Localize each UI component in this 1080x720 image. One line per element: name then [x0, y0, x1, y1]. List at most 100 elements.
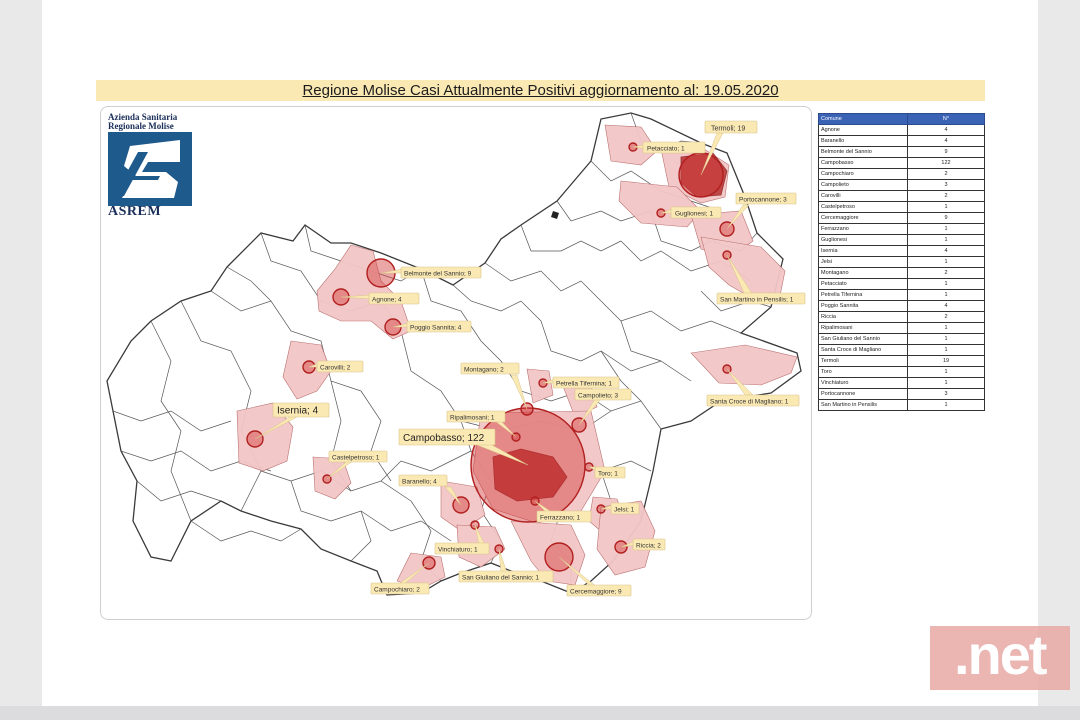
cell-count: 4	[907, 124, 985, 136]
cell-comune: Santa Croce di Magliano	[818, 344, 908, 356]
label-castelpetroso: Castelpetroso; 1	[332, 455, 380, 462]
cell-count: 1	[907, 399, 985, 411]
cell-count: 3	[907, 179, 985, 191]
logo-emblem	[108, 132, 192, 206]
cell-comune: Campobasso	[818, 157, 908, 169]
table-row: San Martino in Pensilis 1	[818, 399, 985, 411]
table-body: Agnone 4 Baranello 4 Belmonte del Sannio 9 Cam…	[818, 124, 985, 411]
table-row: Guglionesi 1	[818, 234, 985, 246]
label-portocannone: Portocannone; 3	[739, 197, 787, 204]
table-row: Ripalimosani 1	[818, 322, 985, 334]
table-row: San Giuliano del Sannio 1	[818, 333, 985, 345]
watermark: .net	[930, 623, 1070, 690]
table-row: Campolieto 3	[818, 179, 985, 191]
label-campolieto: Campolieto; 3	[578, 393, 618, 400]
cell-count: 1	[907, 234, 985, 246]
table-row: Petacciato 1	[818, 278, 985, 290]
cell-comune: Poggio Sannita	[818, 300, 908, 312]
cell-count: 19	[907, 355, 985, 367]
table-row: Ferrazzano 1	[818, 223, 985, 235]
page-title: Regione Molise Casi Attualmente Positivi…	[302, 82, 779, 99]
table-row: Toro 1	[818, 366, 985, 378]
table-row: Campobasso 122	[818, 157, 985, 169]
table-row: Belmonte del Sannio 9	[818, 146, 985, 158]
cell-comune: Isernia	[818, 245, 908, 257]
label-santacroce: Santa Croce di Magliano; 1	[710, 399, 789, 406]
label-guglionesi: Guglionesi; 1	[675, 211, 713, 218]
cell-count: 1	[907, 344, 985, 356]
table-row: Montagano 2	[818, 267, 985, 279]
cell-comune: Montagano	[818, 267, 908, 279]
table-row: Castelpetroso 1	[818, 201, 985, 213]
label-carovilli: Carovilli; 2	[320, 365, 351, 372]
map-frame: Petacciato; 1 Termoli; 19 Guglionesi; 1 …	[100, 106, 812, 620]
table-row: Poggio Sannita 4	[818, 300, 985, 312]
cell-count: 4	[907, 245, 985, 257]
table-row: Vinchiaturo 1	[818, 377, 985, 389]
cell-comune: Portocannone	[818, 388, 908, 400]
cell-comune: Toro	[818, 366, 908, 378]
cell-comune: Agnone	[818, 124, 908, 136]
label-ferrazzano: Ferrazzano; 1	[540, 515, 580, 522]
cell-count: 1	[907, 223, 985, 235]
cell-comune: Ferrazzano	[818, 223, 908, 235]
cell-comune: San Martino in Pensilis	[818, 399, 908, 411]
table-row: Agnone 4	[818, 124, 985, 136]
table-row: Campochiaro 2	[818, 168, 985, 180]
table-row: Termoli 19	[818, 355, 985, 367]
logo-line-2: Regionale Molise	[108, 121, 174, 131]
cell-comune: Vinchiaturo	[818, 377, 908, 389]
label-sangiuliano: San Giuliano del Sannio; 1	[462, 575, 539, 582]
logo-s-icon	[114, 140, 180, 198]
label-sanmartino: San Martino in Pensilis; 1	[720, 297, 794, 304]
cell-count: 1	[907, 366, 985, 378]
label-toro: Toro; 1	[598, 471, 618, 478]
cell-comune: Jelsi	[818, 256, 908, 268]
cell-count: 4	[907, 300, 985, 312]
cell-comune: San Giuliano del Sannio	[818, 333, 908, 345]
label-termoli: Termoli; 19	[711, 126, 745, 133]
cell-comune: Carovilli	[818, 190, 908, 202]
label-jelsi: Jelsi; 1	[614, 507, 635, 514]
cell-comune: Campolieto	[818, 179, 908, 191]
header-comune: Comune	[818, 113, 908, 125]
cell-count: 1	[907, 322, 985, 334]
cell-count: 1	[907, 289, 985, 301]
cell-comune: Cercemaggiore	[818, 212, 908, 224]
cell-count: 9	[907, 212, 985, 224]
cell-count: 2	[907, 190, 985, 202]
cell-count: 2	[907, 311, 985, 323]
logo-name: ASREM	[108, 204, 162, 219]
label-poggio: Poggio Sannita; 4	[410, 325, 462, 332]
cases-table: Comune N° Agnone 4 Baranello 4 Belmonte del …	[818, 113, 985, 411]
table-row: Cercemaggiore 9	[818, 212, 985, 224]
cell-count: 2	[907, 168, 985, 180]
label-petacciato: Petacciato; 1	[647, 146, 685, 153]
page-shadow	[0, 706, 1080, 720]
cell-comune: Belmonte del Sannio	[818, 146, 908, 158]
table-row: Riccia 2	[818, 311, 985, 323]
label-isernia: Isernia; 4	[277, 406, 319, 417]
cell-count: 2	[907, 267, 985, 279]
cell-count: 4	[907, 135, 985, 147]
cell-comune: Termoli	[818, 355, 908, 367]
cell-comune: Petacciato	[818, 278, 908, 290]
label-riccia: Riccia; 2	[636, 543, 661, 550]
cell-count: 1	[907, 256, 985, 268]
table-row: Isernia 4	[818, 245, 985, 257]
cell-comune: Petrella Tifernina	[818, 289, 908, 301]
cell-count: 3	[907, 388, 985, 400]
label-petrella: Petrella Tifernina; 1	[556, 381, 612, 388]
table-row: Baranello 4	[818, 135, 985, 147]
table-row: Petrella Tifernina 1	[818, 289, 985, 301]
label-ripalimosani: Ripalimosani; 1	[450, 415, 495, 422]
table-row: Carovilli 2	[818, 190, 985, 202]
label-belmonte: Belmonte del Sannio; 9	[404, 271, 472, 278]
table-row: Santa Croce di Magliano 1	[818, 344, 985, 356]
table-row: Portocannone 3	[818, 388, 985, 400]
cell-comune: Baranello	[818, 135, 908, 147]
cell-comune: Guglionesi	[818, 234, 908, 246]
cell-comune: Ripalimosani	[818, 322, 908, 334]
cell-comune: Campochiaro	[818, 168, 908, 180]
cell-count: 9	[907, 146, 985, 158]
